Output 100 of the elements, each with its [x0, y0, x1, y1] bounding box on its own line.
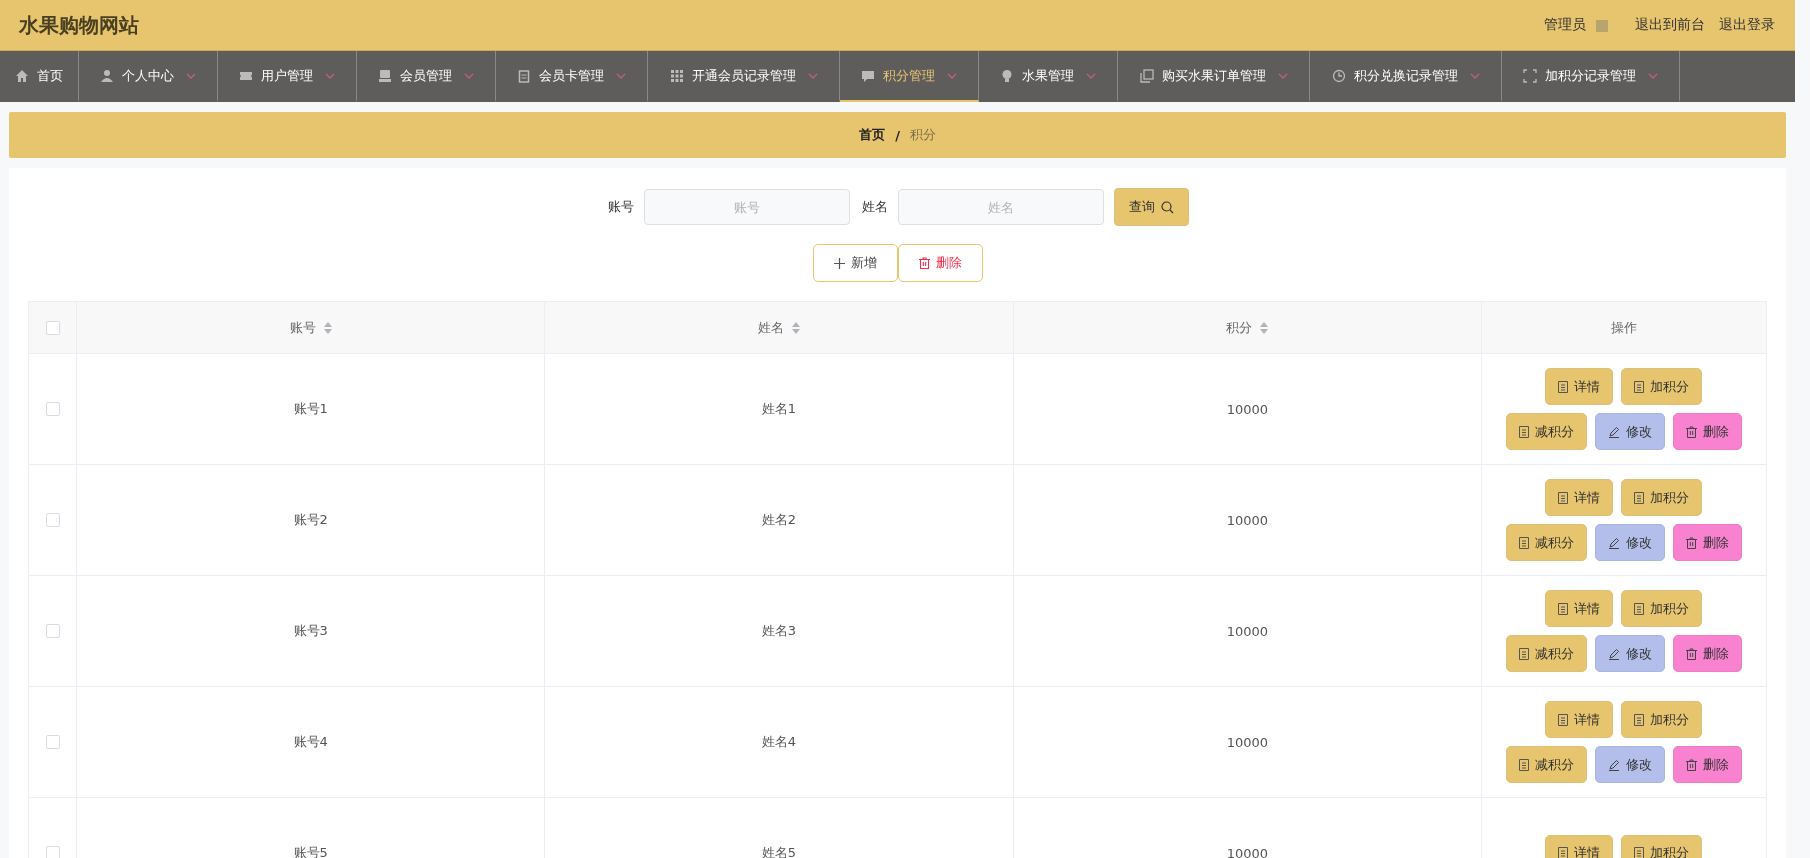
add-points-button[interactable]: 加积分	[1621, 701, 1703, 738]
frame-icon	[1523, 68, 1537, 83]
detail-button[interactable]: 详情	[1545, 834, 1614, 858]
nav-tab[interactable]: 首页	[0, 51, 79, 102]
edit-button[interactable]: 修改	[1595, 524, 1665, 561]
search-field[interactable]: 账号	[644, 189, 850, 225]
nav-tab[interactable]: 积分管理	[840, 51, 979, 102]
trash-icon	[1686, 536, 1697, 549]
add-points-button[interactable]: 加积分	[1621, 479, 1703, 516]
breadcrumb-link[interactable]: 首页	[859, 126, 886, 144]
nav-tab[interactable]: 水果管理	[979, 51, 1118, 102]
row-checkbox[interactable]	[45, 513, 60, 527]
site-title: 水果购物网站	[19, 11, 139, 39]
nav-tab[interactable]: 开通会员记录管理	[648, 51, 840, 102]
field-label: 姓名	[862, 198, 888, 216]
pencil-icon	[1608, 425, 1620, 438]
home-icon	[15, 68, 29, 83]
delete-button[interactable]: 删除	[1673, 746, 1742, 783]
table-cell: 姓名3	[761, 622, 797, 640]
sort-icon[interactable]	[323, 321, 332, 334]
document-icon	[1558, 491, 1569, 504]
document-icon	[1558, 713, 1569, 726]
delete-button[interactable]: 删除	[1673, 413, 1742, 450]
trash-icon	[1686, 425, 1697, 438]
add-points-button[interactable]: 加积分	[1621, 590, 1703, 627]
row-checkbox[interactable]	[45, 846, 60, 858]
document-icon	[1634, 602, 1645, 615]
row-checkbox[interactable]	[45, 735, 60, 749]
document-icon	[1634, 847, 1645, 858]
trash-icon	[918, 257, 930, 269]
column-header: 积分	[1226, 318, 1253, 337]
detail-button[interactable]: 详情	[1545, 590, 1614, 627]
document-icon	[1558, 847, 1569, 858]
header-link[interactable]: 退出到前台	[1635, 16, 1705, 34]
table-cell: 姓名1	[761, 400, 797, 418]
nav-tab[interactable]: 积分兑换记录管理	[1310, 51, 1502, 102]
nav-tab[interactable]: 会员卡管理	[496, 51, 648, 102]
person-icon	[100, 68, 114, 83]
header-link[interactable]: 退出登录	[1719, 16, 1775, 34]
document-icon	[1634, 380, 1645, 393]
sort-icon[interactable]	[1260, 321, 1269, 334]
add-points-button[interactable]: 加积分	[1621, 834, 1703, 858]
subtract-points-button[interactable]: 减积分	[1506, 746, 1587, 783]
add-button[interactable]: 新增	[812, 244, 898, 282]
table-cell: 账号1	[293, 400, 328, 418]
table-cell: 账号4	[293, 733, 328, 751]
seat-icon	[378, 68, 392, 83]
breadcrumb-separator: /	[895, 127, 900, 143]
search-field[interactable]: 姓名	[898, 189, 1104, 225]
delete-button[interactable]: 删除	[1673, 635, 1742, 672]
document-icon	[1519, 425, 1529, 438]
nav-tab[interactable]: 个人中心	[79, 51, 218, 102]
subtract-points-button[interactable]: 减积分	[1506, 524, 1587, 561]
chat-icon	[861, 68, 875, 83]
subtract-points-button[interactable]: 减积分	[1506, 413, 1587, 450]
edit-button[interactable]: 修改	[1595, 413, 1665, 450]
edit-button[interactable]: 修改	[1595, 635, 1665, 672]
nav-tab[interactable]: 购买水果订单管理	[1118, 51, 1310, 102]
sort-icon[interactable]	[792, 321, 800, 334]
plus-icon	[833, 257, 845, 269]
document-icon	[1558, 602, 1569, 615]
nav-tab[interactable]: 会员管理	[357, 51, 496, 102]
nav-tab[interactable]: 用户管理	[218, 51, 357, 102]
table-cell: 姓名4	[761, 733, 797, 751]
table-cell: 姓名2	[761, 511, 797, 529]
row-checkbox[interactable]	[45, 624, 60, 638]
table-cell: 10000	[1226, 734, 1268, 750]
pencil-icon	[1608, 536, 1620, 549]
trash-icon	[1686, 647, 1697, 660]
field-label: 账号	[608, 198, 634, 216]
table-cell: 10000	[1226, 401, 1268, 417]
copy-icon	[1139, 68, 1154, 83]
search-icon	[1161, 200, 1174, 214]
document-icon	[1519, 758, 1529, 771]
nav-tab[interactable]: 加积分记录管理	[1502, 51, 1680, 102]
edit-button[interactable]: 修改	[1595, 746, 1665, 783]
trash-icon	[1686, 758, 1697, 771]
add-points-button[interactable]: 加积分	[1621, 368, 1703, 405]
table-cell: 10000	[1226, 845, 1268, 858]
table-cell: 账号3	[293, 622, 328, 640]
detail-button[interactable]: 详情	[1545, 368, 1614, 405]
delete-button[interactable]: 删除	[1673, 524, 1742, 561]
subtract-points-button[interactable]: 减积分	[1506, 635, 1587, 672]
document-icon	[1634, 491, 1645, 504]
document-icon	[1519, 647, 1529, 660]
delete-button[interactable]: 删除	[897, 244, 983, 282]
grid-icon	[669, 68, 684, 83]
detail-button[interactable]: 详情	[1545, 479, 1614, 516]
clock-icon	[1331, 68, 1346, 83]
detail-button[interactable]: 详情	[1545, 701, 1614, 738]
select-all-checkbox[interactable]	[45, 320, 60, 335]
row-checkbox[interactable]	[45, 402, 60, 416]
search-button[interactable]: 查询	[1114, 188, 1189, 226]
column-header: 姓名	[758, 318, 784, 337]
clipboard-icon	[517, 68, 531, 83]
table-cell: 10000	[1226, 512, 1268, 528]
user-label: 管理员	[1544, 16, 1586, 34]
table-cell: 账号5	[293, 844, 328, 858]
bulb-icon	[1000, 68, 1014, 83]
document-icon	[1634, 713, 1645, 726]
